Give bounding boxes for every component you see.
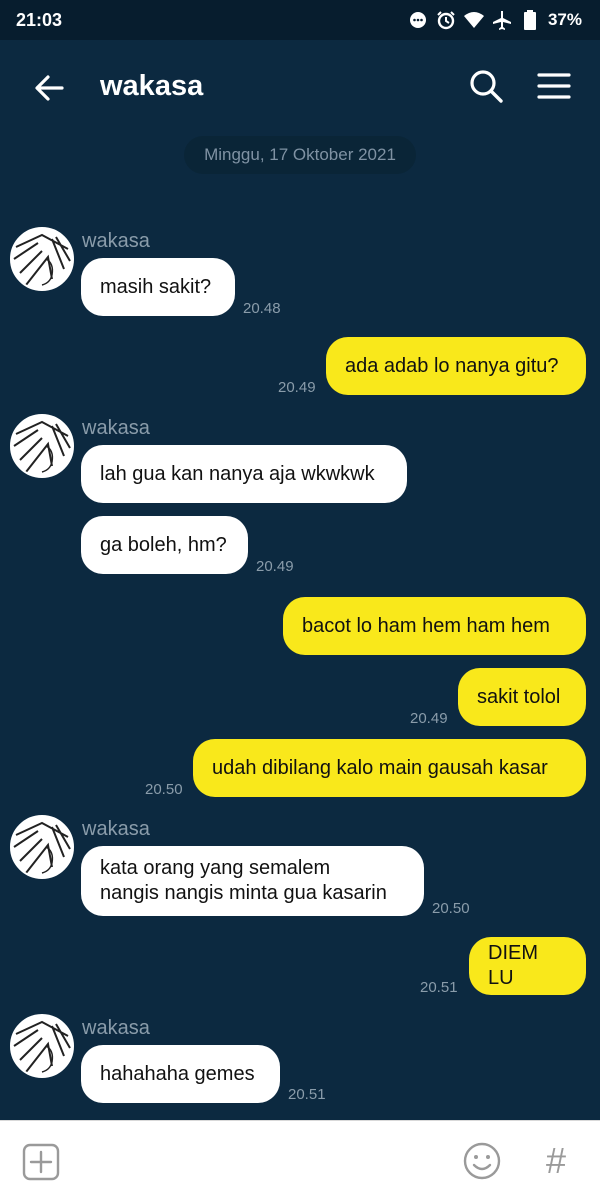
sender-name: wakasa: [82, 1017, 150, 1039]
search-icon[interactable]: [466, 66, 506, 106]
message-bubble[interactable]: kata orang yang semalem nangis nangis mi…: [81, 846, 424, 916]
sender-name: wakasa: [82, 230, 150, 252]
message-time: 20.49: [256, 558, 294, 575]
battery-percent: 37%: [547, 10, 582, 29]
avatar[interactable]: [10, 1014, 74, 1078]
status-icons: 37%: [408, 10, 582, 30]
avatar[interactable]: [10, 414, 74, 478]
sender-name: wakasa: [82, 818, 150, 840]
message-bubble[interactable]: sakit tolol: [458, 668, 586, 726]
message-time: 20.50: [432, 900, 470, 917]
message-bubble[interactable]: masih sakit?: [81, 258, 235, 316]
hamburger-menu-icon[interactable]: [534, 66, 574, 106]
message-bubble[interactable]: udah dibilang kalo main gausah kasar: [193, 739, 586, 797]
message-time: 20.49: [410, 710, 448, 727]
message-time: 20.51: [288, 1086, 326, 1103]
message-time: 20.49: [278, 379, 316, 396]
message-bubble[interactable]: lah gua kan nanya aja wkwkwk: [81, 445, 407, 503]
message-bubble[interactable]: hahahaha gemes: [81, 1045, 280, 1103]
date-divider: Minggu, 17 Oktober 2021: [184, 136, 416, 174]
hashtag-icon[interactable]: #: [536, 1140, 576, 1181]
alarm-icon: [436, 10, 456, 30]
composer-bar: #: [0, 1120, 600, 1200]
message-time: 20.50: [145, 781, 183, 798]
wifi-icon: [463, 10, 484, 30]
avatar[interactable]: [10, 815, 74, 879]
plus-icon[interactable]: [22, 1143, 60, 1181]
message-time: 20.48: [243, 300, 281, 317]
status-time: 21:03: [16, 9, 63, 30]
battery-icon: [520, 10, 540, 30]
chat-header: wakasa: [0, 40, 600, 136]
smiley-icon[interactable]: [462, 1141, 502, 1181]
chat-title[interactable]: wakasa: [100, 70, 203, 103]
message-bubble[interactable]: DIEM LU: [469, 937, 586, 995]
message-time: 20.51: [420, 979, 458, 996]
airplane-mode-icon: [492, 10, 512, 30]
message-bubble[interactable]: bacot lo ham hem ham hem: [283, 597, 586, 655]
status-bar: 21:03 37%: [0, 0, 600, 40]
message-bubble[interactable]: ga boleh, hm?: [81, 516, 248, 574]
message-bubble[interactable]: ada adab lo nanya gitu?: [326, 337, 586, 395]
dnd-icon: [408, 10, 428, 30]
sender-name: wakasa: [82, 417, 150, 439]
avatar[interactable]: [10, 227, 74, 291]
back-arrow-icon[interactable]: [30, 68, 70, 108]
